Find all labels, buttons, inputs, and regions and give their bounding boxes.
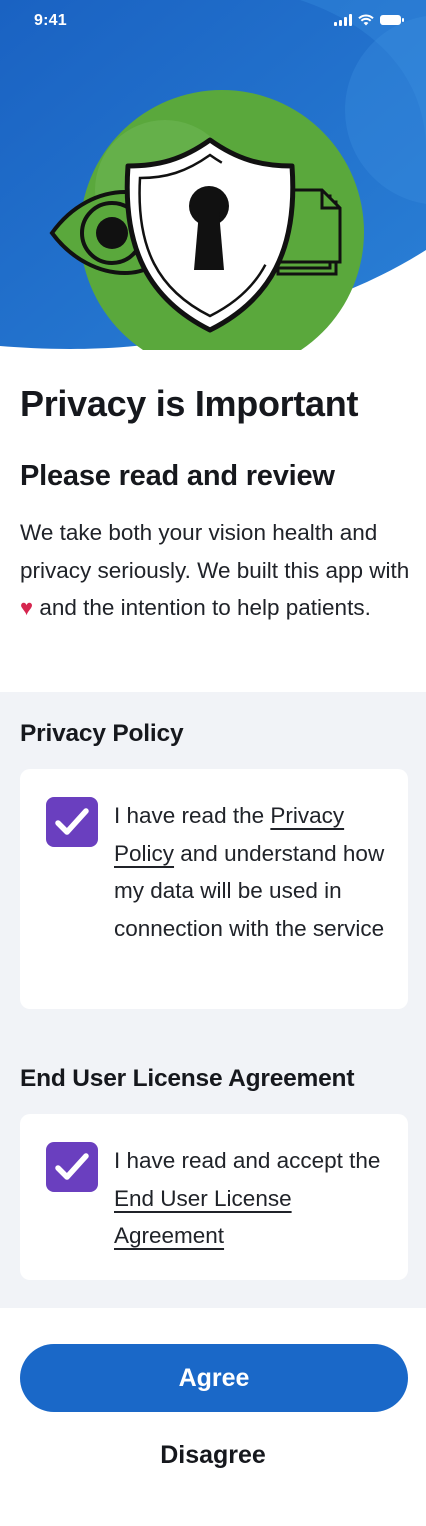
intro-section: Privacy is Important Please read and rev…: [20, 380, 410, 627]
page-subtitle: Please read and review: [20, 460, 335, 492]
agree-button[interactable]: Agree: [20, 1344, 408, 1412]
intro-paragraph: We take both your vision health and priv…: [20, 514, 410, 627]
privacy-consent-prefix: I have read the: [114, 803, 271, 828]
disagree-button[interactable]: Disagree: [113, 1432, 313, 1478]
privacy-policy-consent-text: I have read the Privacy Policy and under…: [114, 797, 394, 947]
status-icons: [334, 14, 404, 26]
intro-text-end: and the intention to help patients.: [33, 595, 371, 620]
checkmark-icon: [55, 1153, 89, 1180]
privacy-policy-heading: Privacy Policy: [20, 720, 184, 747]
page-title: Privacy is Important: [20, 383, 359, 424]
consent-section: Privacy Policy I have read the Privacy P…: [0, 692, 426, 1308]
eula-consent-prefix: I have read and accept the: [114, 1148, 381, 1173]
status-time: 9:41: [34, 12, 67, 29]
status-bar: 9:41: [0, 0, 426, 44]
checkmark-icon: [55, 808, 89, 835]
eula-consent-text: I have read and accept the End User Lice…: [114, 1142, 394, 1255]
eula-heading: End User License Agreement: [20, 1065, 355, 1092]
eula-checkbox[interactable]: [46, 1142, 98, 1192]
privacy-policy-card: I have read the Privacy Policy and under…: [20, 769, 408, 1009]
hero-graphic: [0, 0, 426, 350]
hero-illustration: [0, 0, 426, 350]
signal-icon: [334, 14, 352, 26]
eula-card: I have read and accept the End User Lice…: [20, 1114, 408, 1280]
battery-icon: [380, 15, 404, 25]
eula-link[interactable]: End User License Agreement: [114, 1186, 292, 1249]
heart-icon: ♥: [20, 595, 34, 620]
intro-text-start: We take both your vision health and priv…: [20, 520, 410, 583]
wifi-icon: [358, 14, 374, 26]
privacy-policy-checkbox[interactable]: [46, 797, 98, 847]
